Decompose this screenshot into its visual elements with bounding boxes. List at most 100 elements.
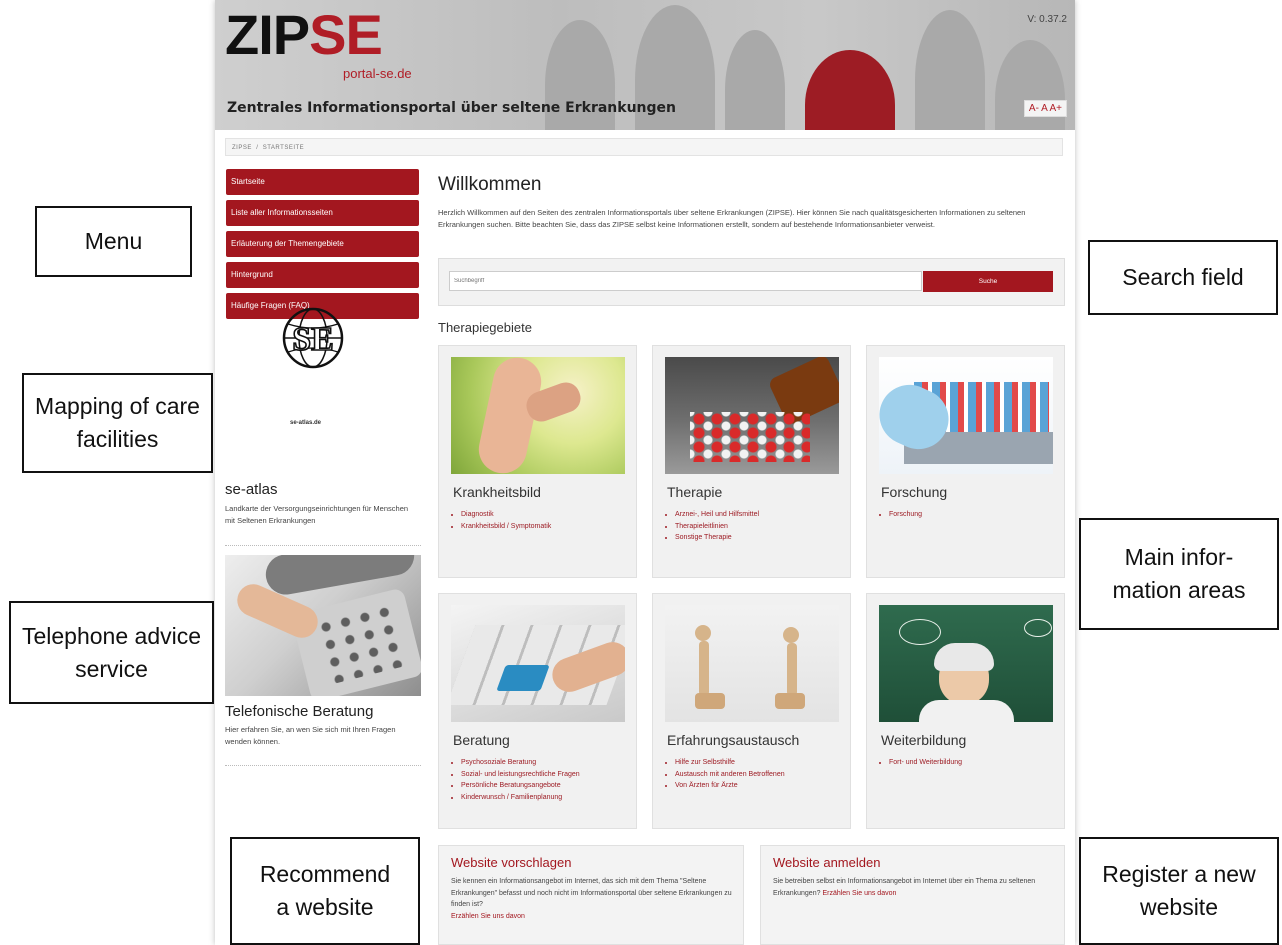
card-title: Erfahrungsaustausch [667, 732, 800, 748]
telephone-image[interactable] [225, 555, 421, 696]
callout-search: Search field [1088, 240, 1278, 315]
callout-menu: Menu [35, 206, 192, 277]
callout-register: Register a new website [1079, 837, 1279, 945]
card-links: Psychosoziale Beratung Sozial- und leist… [451, 757, 580, 803]
callout-telephone: Telephone advice service [9, 601, 214, 704]
sidebar-menu: Startseite Liste aller Informationsseite… [226, 169, 419, 324]
woman-hair [934, 643, 994, 671]
card-title: Forschung [881, 484, 948, 500]
card-title: Beratung [453, 732, 510, 748]
card-link[interactable]: Sozial- und leistungsrechtliche Fragen [461, 769, 580, 781]
welcome-title: Willkommen [438, 174, 542, 195]
card-link[interactable]: Arznei-, Heil und Hilfsmittel [675, 509, 759, 521]
suggest-website-title[interactable]: Website vorschlagen [451, 855, 571, 870]
se-atlas-title[interactable]: se-atlas [225, 481, 278, 498]
breadcrumb-home[interactable]: ZIPSE [232, 145, 252, 151]
suggest-website-desc: Sie kennen ein Informationsangebot im In… [451, 878, 732, 908]
banner-silhouette [915, 10, 985, 130]
se-atlas-logo[interactable]: SE [281, 306, 345, 370]
card-erfahrungsaustausch[interactable]: Erfahrungsaustausch Hilfe zur Selbsthilf… [652, 593, 851, 829]
search-button[interactable]: Suche [923, 271, 1053, 292]
version-label: V: 0.37.2 [1027, 14, 1067, 25]
figure-head [783, 627, 799, 643]
card-image-pills [665, 357, 839, 474]
card-title: Therapie [667, 484, 723, 500]
breadcrumb: ZIPSE / STARTSEITE [225, 138, 1063, 156]
card-link[interactable]: Sonstige Therapie [675, 532, 759, 544]
suggest-website-link[interactable]: Erzählen Sie uns davon [451, 913, 525, 920]
register-website-desc: Sie betreiben selbst ein Informationsang… [773, 878, 1036, 897]
menu-item-liste[interactable]: Liste aller Informationsseiten [226, 200, 419, 226]
chalk-cloud [899, 619, 941, 645]
card-link[interactable]: Fort- und Weiterbildung [889, 757, 962, 769]
card-weiterbildung[interactable]: Weiterbildung Fort- und Weiterbildung [866, 593, 1065, 829]
welcome-text: Herzlich Willkommen auf den Seiten des z… [438, 208, 1026, 229]
card-image-research [879, 357, 1053, 474]
card-therapie[interactable]: Therapie Arznei-, Heil und Hilfsmittel T… [652, 345, 851, 578]
card-title: Krankheitsbild [453, 484, 541, 500]
breadcrumb-separator: / [256, 145, 259, 151]
card-link[interactable]: Austausch mit anderen Betroffenen [675, 769, 785, 781]
callout-main-areas: Main infor-mation areas [1079, 518, 1279, 630]
card-link[interactable]: Forschung [889, 509, 922, 521]
card-beratung[interactable]: Beratung Psychosoziale Beratung Sozial- … [438, 593, 637, 829]
menu-item-startseite[interactable]: Startseite [226, 169, 419, 195]
card-link[interactable]: Kinderwunsch / Familienplanung [461, 792, 580, 804]
figure-stool [695, 693, 725, 709]
therapy-heading: Therapiegebiete [438, 320, 532, 335]
card-link[interactable]: Hilfe zur Selbsthilfe [675, 757, 785, 769]
portal-page: ZIPSE portal-se.de Zentrales Information… [215, 0, 1075, 945]
sidebar-divider [225, 545, 421, 546]
search-panel: Suche [438, 258, 1065, 306]
register-website-link[interactable]: Erzählen Sie uns davon [822, 890, 896, 897]
logo-main: ZIP [225, 3, 310, 66]
figure-head [695, 625, 711, 641]
suggest-website-box: Website vorschlagen Sie kennen ein Infor… [438, 845, 744, 945]
card-image-chalkboard [879, 605, 1053, 722]
card-link[interactable]: Von Ärzten für Ärzte [675, 780, 785, 792]
card-links: Diagnostik Krankheitsbild / Symptomatik [451, 509, 551, 532]
card-krankheitsbild[interactable]: Krankheitsbild Diagnostik Krankheitsbild… [438, 345, 637, 578]
card-link[interactable]: Therapieleitlinien [675, 521, 759, 533]
pills [690, 412, 810, 462]
card-links: Fort- und Weiterbildung [879, 757, 962, 769]
sidebar-divider [225, 765, 421, 766]
register-website-text: Sie betreiben selbst ein Informationsang… [773, 876, 1055, 899]
breadcrumb-current: STARTSEITE [262, 145, 305, 151]
banner-silhouette [725, 30, 785, 130]
search-input[interactable] [449, 271, 922, 291]
card-links: Hilfe zur Selbsthilfe Austausch mit ande… [665, 757, 785, 792]
font-size-controls[interactable]: A- A A+ [1023, 100, 1067, 117]
card-links: Arznei-, Heil und Hilfsmittel Therapiele… [665, 509, 759, 544]
telephone-title[interactable]: Telefonische Beratung [225, 703, 373, 720]
se-atlas-logo-text: SE [292, 321, 334, 358]
logo-accent: SE [309, 3, 383, 66]
site-tagline: Zentrales Informationsportal über selten… [227, 100, 676, 116]
card-link[interactable]: Diagnostik [461, 509, 551, 521]
card-image-knee [451, 357, 625, 474]
register-website-title[interactable]: Website anmelden [773, 855, 880, 870]
card-image-keyboard [451, 605, 625, 722]
header-banner: ZIPSE portal-se.de Zentrales Information… [215, 0, 1075, 130]
banner-silhouette-red [805, 50, 895, 130]
suggest-website-text: Sie kennen ein Informationsangebot im In… [451, 876, 733, 922]
figure-body [787, 643, 797, 696]
callout-mapping: Mapping of care facilities [22, 373, 213, 473]
menu-item-erlaeuterung[interactable]: Erläuterung der Themengebiete [226, 231, 419, 257]
logo-subtitle: portal-se.de [343, 66, 412, 81]
figure-stool [775, 693, 805, 709]
card-title: Weiterbildung [881, 732, 967, 748]
card-link[interactable]: Krankheitsbild / Symptomatik [461, 521, 551, 533]
figure-body [699, 641, 709, 696]
logo[interactable]: ZIPSE [225, 3, 383, 66]
menu-item-hintergrund[interactable]: Hintergrund [226, 262, 419, 288]
card-link[interactable]: Persönliche Beratungsangebote [461, 780, 580, 792]
card-forschung[interactable]: Forschung Forschung [866, 345, 1065, 578]
telephone-text: Hier erfahren Sie, an wen Sie sich mit I… [225, 725, 396, 746]
card-link[interactable]: Psychosoziale Beratung [461, 757, 580, 769]
chalk-cloud [1024, 619, 1052, 637]
se-atlas-caption: se-atlas.de [290, 420, 322, 426]
callout-recommend: Recommend a website [230, 837, 420, 945]
card-links: Forschung [879, 509, 922, 521]
register-website-box: Website anmelden Sie betreiben selbst ei… [760, 845, 1065, 945]
